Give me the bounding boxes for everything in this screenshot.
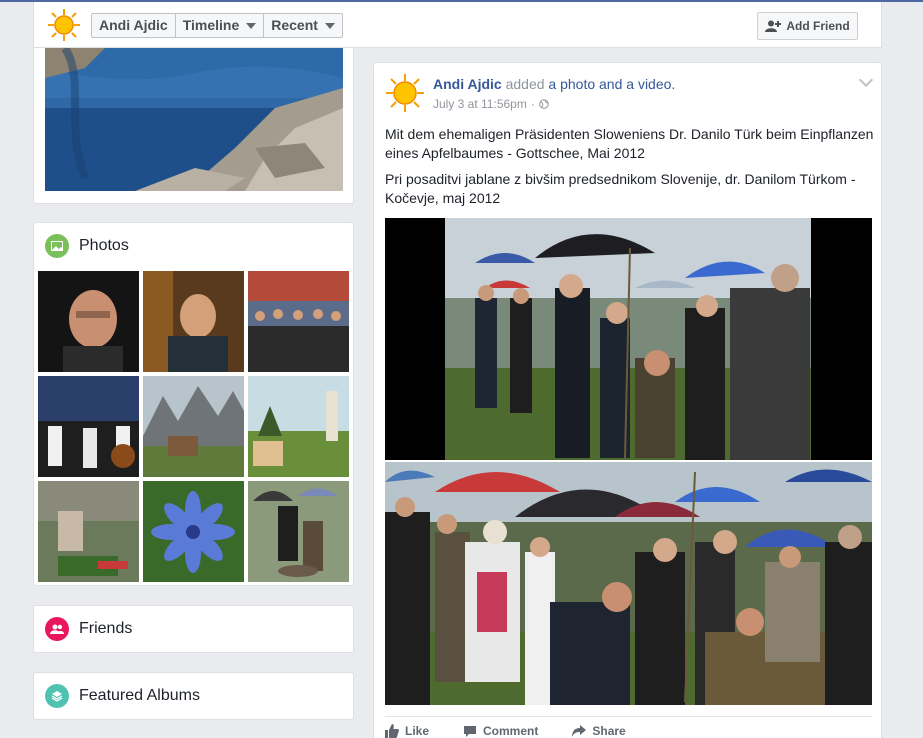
timeline-header-bar: Andi Ajdic Timeline Recent Add Friend	[33, 2, 882, 48]
post-actions: Like Comment Share	[385, 716, 872, 738]
meta-separator: ·	[530, 97, 535, 111]
add-person-icon	[765, 20, 782, 32]
photo-thumbnail[interactable]	[38, 271, 139, 372]
post-meta: July 3 at 11:56pm ·	[433, 97, 549, 111]
photos-card: Photos	[33, 222, 354, 586]
photo-thumbnail[interactable]	[38, 376, 139, 477]
photo-thumbnail[interactable]	[248, 376, 349, 477]
chevron-down-icon	[246, 22, 257, 29]
post-photo[interactable]	[385, 462, 872, 705]
friends-icon	[45, 617, 69, 641]
featured-albums-header[interactable]: Featured Albums	[45, 684, 200, 708]
nav-recent-label: Recent	[271, 17, 318, 33]
post-text-german: Mit dem ehemaligen Präsidenten Slowenien…	[385, 126, 874, 161]
photos-icon	[45, 234, 69, 258]
photos-header[interactable]: Photos	[45, 234, 129, 258]
post-author-link[interactable]: Andi Ajdic	[433, 76, 502, 92]
photo-thumbnail[interactable]	[248, 481, 349, 582]
nav-profile-name[interactable]: Andi Ajdic	[92, 14, 176, 37]
photo-thumbnail[interactable]	[38, 481, 139, 582]
post-video[interactable]	[385, 218, 872, 460]
profile-avatar[interactable]	[47, 8, 81, 42]
friends-header[interactable]: Friends	[45, 617, 132, 641]
post-author-avatar[interactable]	[385, 73, 425, 113]
comment-button[interactable]: Comment	[463, 724, 538, 738]
photo-thumbnail[interactable]	[248, 271, 349, 372]
photo-thumbnail[interactable]	[143, 481, 244, 582]
nav-timeline-dropdown[interactable]: Timeline	[176, 14, 265, 37]
post-action-link[interactable]: a photo and a video.	[548, 76, 675, 92]
comment-label: Comment	[483, 724, 539, 738]
friends-title: Friends	[79, 620, 133, 637]
share-button[interactable]: Share	[572, 724, 626, 738]
featured-albums-title: Featured Albums	[79, 687, 200, 704]
post-options-chevron-icon[interactable]	[858, 72, 874, 88]
timeline-nav: Andi Ajdic Timeline Recent	[91, 13, 343, 38]
share-label: Share	[592, 724, 626, 738]
post-text-slovenian: Pri posaditvi jablane z bivšim predsedni…	[385, 171, 856, 206]
post-header: Andi Ajdic added a photo and a video.	[433, 76, 675, 92]
intro-lake-photo[interactable]	[45, 48, 343, 191]
post-action-text: added	[505, 76, 545, 92]
post-body: Mit dem ehemaligen Präsidenten Slowenien…	[385, 125, 875, 215]
photo-thumbnail[interactable]	[143, 376, 244, 477]
add-friend-button[interactable]: Add Friend	[757, 12, 858, 40]
nav-timeline-label: Timeline	[182, 17, 240, 33]
like-label: Like	[405, 724, 430, 738]
globe-icon[interactable]	[539, 99, 549, 109]
friends-card: Friends	[33, 605, 354, 653]
photo-thumbnail[interactable]	[143, 271, 244, 372]
post-timestamp[interactable]: July 3 at 11:56pm	[433, 97, 527, 111]
comment-icon	[464, 725, 477, 737]
featured-albums-card: Featured Albums	[33, 672, 354, 720]
chevron-down-icon	[324, 22, 335, 29]
timeline-post: Andi Ajdic added a photo and a video. Ju…	[373, 62, 882, 738]
nav-profile-label: Andi Ajdic	[99, 17, 168, 33]
photos-grid	[38, 271, 350, 582]
share-arrow-icon	[572, 725, 587, 737]
thumbs-up-icon	[385, 724, 399, 738]
photos-title: Photos	[79, 237, 129, 254]
like-button[interactable]: Like	[385, 724, 429, 738]
add-friend-label: Add Friend	[786, 19, 850, 33]
albums-icon	[45, 684, 69, 708]
intro-card	[33, 48, 354, 204]
nav-recent-dropdown[interactable]: Recent	[264, 14, 342, 37]
